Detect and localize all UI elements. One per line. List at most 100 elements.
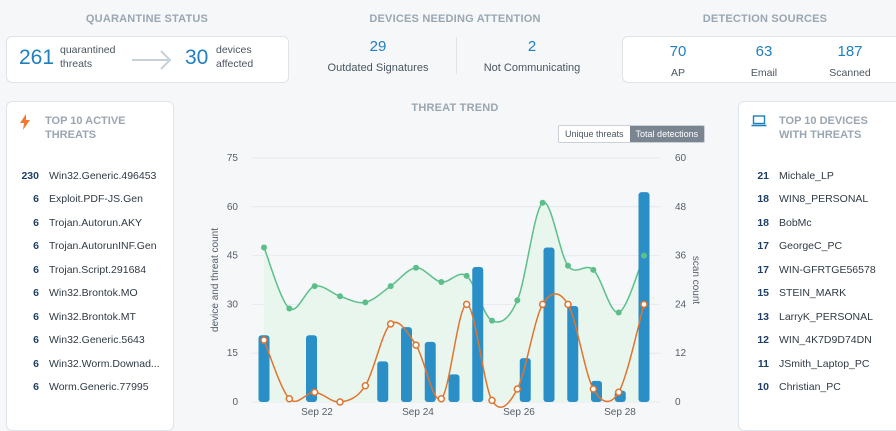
trend-bar	[401, 327, 412, 402]
threat-count-point	[260, 336, 268, 344]
detection-sources-title: DETECTION SOURCES	[702, 13, 828, 25]
threat-name: Worm.Generic.77995	[49, 381, 149, 394]
device-row[interactable]: 15 STEIN_MARK	[739, 282, 896, 306]
device-count: 10	[757, 381, 769, 394]
y2-axis-label: scan count	[690, 256, 700, 305]
top-threats-panel: TOP 10 ACTIVE THREATS 230 Win32.Generic.4…	[6, 101, 174, 431]
trend-bar	[258, 335, 270, 402]
device-count: 21	[757, 169, 769, 182]
toggle-total-detections[interactable]: Total detections	[629, 126, 705, 142]
y2-tick-label: 24	[675, 299, 687, 310]
top-threats-list: 230 Win32.Generic.496453 6 Exploit.PDF-JS.G…	[7, 164, 173, 399]
source-scanned-count: 187	[837, 43, 863, 60]
scan-count-point	[514, 297, 521, 304]
device-name: WIN8_PERSONAL	[779, 193, 869, 206]
threat-count: 6	[33, 240, 39, 253]
device-count: 15	[757, 287, 769, 300]
y2-tick-label: 60	[675, 153, 687, 164]
threat-count-point	[336, 398, 344, 406]
device-count: 17	[757, 263, 769, 276]
not-communicating-stat[interactable]: 2 Not Communicating	[472, 38, 592, 74]
outdated-signatures-stat[interactable]: 29 Outdated Signatures	[318, 38, 438, 74]
threat-row[interactable]: 6 Trojan.Autorun.AKY	[7, 211, 173, 235]
top-devices-title-line1: TOP 10 DEVICES	[779, 115, 868, 127]
threat-row[interactable]: 6 Trojan.Script.291684	[7, 258, 173, 282]
device-name: STEIN_MARK	[779, 287, 847, 300]
scan-count-point	[311, 283, 318, 290]
device-name: GeorgeC_PC	[779, 240, 843, 253]
threat-name: Win32.Brontok.MO	[49, 287, 138, 300]
scan-count-point	[337, 293, 343, 300]
device-row[interactable]: 11 JSmith_Laptop_PC	[739, 352, 896, 376]
threat-row[interactable]: 6 Win32.Brontok.MO	[7, 282, 173, 306]
trend-bar	[377, 361, 389, 402]
y2-tick-label: 12	[675, 348, 687, 359]
source-ap[interactable]: 70 AP	[643, 43, 713, 79]
device-name: WIN_4K7D9D74DN	[779, 334, 872, 347]
device-count: 11	[757, 357, 769, 370]
threat-count-point	[437, 394, 446, 403]
source-email[interactable]: 63 Email	[729, 43, 799, 79]
y2-tick-label: 0	[675, 397, 681, 408]
x-tick-label: Sep 24	[402, 407, 434, 418]
device-row[interactable]: 21 Michale_LP	[739, 164, 896, 188]
threat-count-point	[589, 385, 598, 393]
device-count: 13	[757, 310, 769, 323]
device-row[interactable]: 18 WIN8_PERSONAL	[739, 188, 896, 212]
threat-count-point	[386, 320, 395, 328]
threat-row[interactable]: 6 Worm.Generic.77995	[7, 376, 173, 400]
y-tick-label: 30	[227, 299, 239, 310]
y-tick-label: 15	[227, 348, 239, 359]
device-row[interactable]: 17 WIN-GFRTGE56578	[739, 258, 896, 282]
threat-row[interactable]: 6 Exploit.PDF-JS.Gen	[7, 188, 173, 212]
device-row[interactable]: 10 Christian_PC	[739, 376, 896, 400]
device-count: 12	[757, 334, 769, 347]
threat-name: Trojan.Autorun.AKY	[49, 216, 142, 229]
threat-name: Win32.Generic.5643	[49, 334, 145, 347]
device-row[interactable]: 18 BobMc	[739, 211, 896, 235]
x-tick-label: Sep 22	[301, 407, 333, 418]
not-communicating-label: Not Communicating	[483, 62, 581, 74]
threat-count-point	[412, 341, 420, 349]
device-name: WIN-GFRTGE56578	[779, 263, 876, 276]
scan-count-point	[615, 309, 622, 316]
threat-row[interactable]: 6 Win32.Worm.Downad...	[7, 352, 173, 376]
scan-count-point	[413, 264, 419, 271]
source-ap-count: 70	[669, 43, 687, 60]
toggle-unique-threats[interactable]: Unique threats	[559, 126, 630, 142]
threat-count-point	[488, 396, 496, 405]
trend-bar	[472, 266, 484, 402]
device-row[interactable]: 12 WIN_4K7D9D74DN	[739, 329, 896, 353]
device-count: 18	[757, 193, 769, 206]
threat-name: Trojan.AutorunINF.Gen	[49, 240, 157, 253]
threat-count-point	[462, 300, 471, 309]
device-name: Christian_PC	[779, 381, 841, 394]
threat-count-point	[285, 394, 294, 403]
quarantine-card[interactable]: 261 quarantined threats 30 devices affec…	[6, 36, 289, 83]
top-devices-list: 21 Michale_LP 18 WIN8_PERSONAL 18 BobMc 17 Geor…	[739, 164, 896, 399]
device-row[interactable]: 17 GeorgeC_PC	[739, 235, 896, 259]
trend-toggle: Unique threats Total detections	[558, 125, 706, 143]
x-tick-label: Sep 26	[503, 407, 535, 418]
threat-count-point	[614, 388, 623, 396]
threat-row[interactable]: 6 Trojan.AutorunINF.Gen	[7, 235, 173, 259]
devices-affected-label: devices affected	[216, 44, 254, 70]
y-tick-label: 60	[227, 202, 239, 213]
threat-name: Exploit.PDF-JS.Gen	[49, 193, 143, 206]
scan-count-point	[641, 252, 647, 259]
quarantined-threats-count: 261	[19, 46, 55, 69]
device-name: JSmith_Laptop_PC	[779, 357, 870, 370]
trend-bar	[448, 374, 460, 402]
source-scanned[interactable]: 187 Scanned	[815, 43, 885, 79]
device-row[interactable]: 13 LarryK_PERSONAL	[739, 305, 896, 329]
quarantined-threats-label: quarantined threats	[60, 44, 116, 70]
threat-trend-title: THREAT TREND	[411, 102, 499, 114]
threat-row[interactable]: 6 Win32.Brontok.MT	[7, 305, 173, 329]
threat-count: 6	[33, 310, 39, 323]
y-tick-label: 45	[227, 251, 239, 262]
laptop-icon	[751, 114, 767, 142]
threat-row[interactable]: 6 Win32.Generic.5643	[7, 329, 173, 353]
device-count: 17	[757, 240, 769, 253]
threat-row[interactable]: 230 Win32.Generic.496453	[7, 164, 173, 188]
threat-count: 230	[21, 169, 39, 182]
